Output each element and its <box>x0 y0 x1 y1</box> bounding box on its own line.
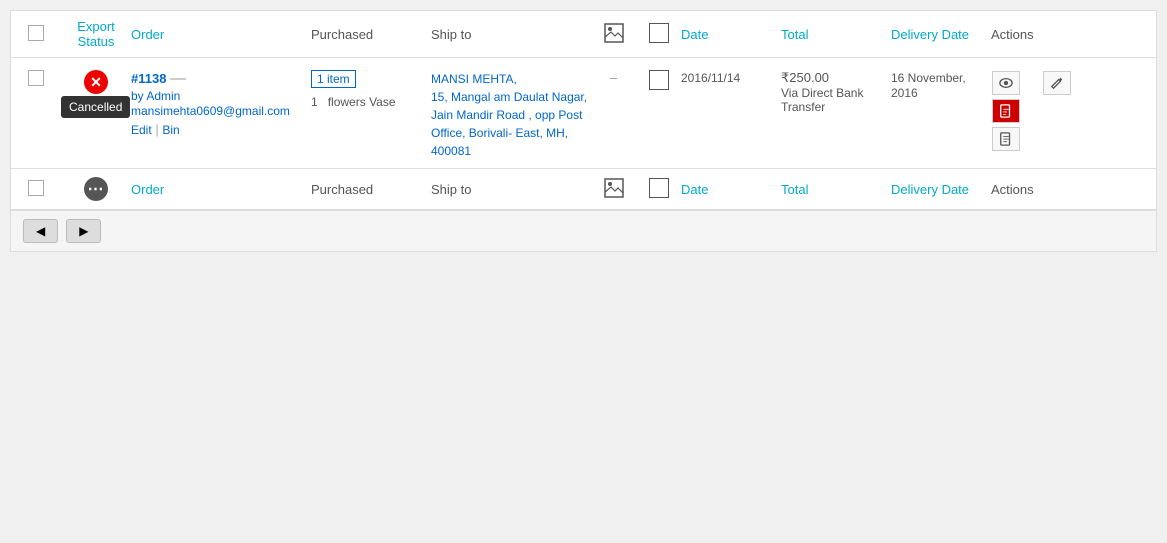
view-button[interactable] <box>992 71 1020 95</box>
header-purchased-col: Purchased <box>311 27 431 42</box>
row-delivery-col: 16 November, 2016 <box>891 66 991 100</box>
footer-img1-col <box>591 178 636 201</box>
item-name: flowers Vase <box>328 95 396 109</box>
cancelled-tooltip: Cancelled <box>61 96 130 118</box>
header-square-col <box>636 23 681 46</box>
footer-total-label: Total <box>781 182 808 197</box>
row-purchased-col: 1 item 1 flowers Vase <box>311 66 431 109</box>
table-header-row: Export Status Order Purchased Ship to Da… <box>11 11 1156 58</box>
ship-name: MANSI MEHTA, <box>431 70 591 88</box>
footer-order-label: Order <box>131 182 164 197</box>
header-delivery-label: Delivery Date <box>891 27 969 42</box>
header-square-icon <box>649 23 669 43</box>
footer-delivery-label: Delivery Date <box>891 182 969 197</box>
order-row-1138: ✕ Cancelled #1138 — by Admin mansimehta0… <box>11 58 1156 169</box>
ship-address-text: 15, Mangal am Daulat Nagar, Jain Mandir … <box>431 88 591 160</box>
row-img1-col: – <box>591 66 636 85</box>
row-total-col: ₹250.00 Via Direct Bank Transfer <box>781 66 891 114</box>
header-shipto-col: Ship to <box>431 27 591 42</box>
img1-dash: – <box>610 70 617 85</box>
export-red-button[interactable] <box>992 99 1020 123</box>
header-total-col: Total <box>781 27 891 42</box>
footer-order-col: Order <box>131 182 311 197</box>
row-square-icon <box>649 70 669 90</box>
header-shipto-label: Ship to <box>431 27 471 42</box>
footer-date-label: Date <box>681 182 708 197</box>
footer-square-icon <box>649 178 669 198</box>
header-order-col: Order <box>131 27 311 42</box>
pagination-prev-button[interactable]: ◀ <box>23 219 58 243</box>
header-image-icon <box>604 23 624 43</box>
document-button[interactable] <box>992 127 1020 151</box>
header-checkbox[interactable] <box>28 25 44 41</box>
row-img2-col <box>636 66 681 93</box>
edit-button[interactable] <box>1043 71 1071 95</box>
edit-icon <box>1050 76 1064 90</box>
pagination-bar: ◀ ▶ <box>11 210 1156 251</box>
footer-export-circle-icon[interactable]: ⋯ <box>84 177 108 201</box>
footer-date-col: Date <box>681 182 781 197</box>
export-icon <box>999 104 1013 118</box>
order-number-link[interactable]: #1138 <box>131 71 166 86</box>
row-export-col: ✕ Cancelled <box>61 66 131 94</box>
footer-header-checkbox[interactable] <box>28 180 44 196</box>
delivery-date: 16 November, 2016 <box>891 71 966 100</box>
footer-square-col <box>636 178 681 201</box>
header-export-col: Export Status <box>61 19 131 49</box>
footer-actions-col: Actions <box>991 182 1091 197</box>
row-checkbox[interactable] <box>28 70 44 86</box>
header-delivery-col: Delivery Date <box>891 27 991 42</box>
header-checkbox-col <box>11 25 61 44</box>
header-date-col: Date <box>681 27 781 42</box>
footer-export-col: ⋯ <box>61 177 131 201</box>
row-shipto-col: MANSI MEHTA, 15, Mangal am Daulat Nagar,… <box>431 66 591 160</box>
header-actions-label: Actions <box>991 27 1034 42</box>
row-order-col: #1138 — by Admin mansimehta0609@gmail.co… <box>131 66 311 137</box>
header-actions-col: Actions <box>991 27 1091 42</box>
header-export-label: Export Status <box>77 19 115 49</box>
total-via: Via Direct Bank Transfer <box>781 86 891 114</box>
order-bin-link[interactable]: Bin <box>162 123 179 137</box>
footer-shipto-col: Ship to <box>431 182 591 197</box>
header-order-label: Order <box>131 27 164 42</box>
ship-name-text: MANSI MEHTA, <box>431 72 517 86</box>
pagination-next-button[interactable]: ▶ <box>66 219 101 243</box>
order-dash: — <box>170 70 186 87</box>
row-checkbox-col <box>11 66 61 89</box>
footer-checkbox-col <box>11 180 61 199</box>
row-actions-col <box>991 66 1091 152</box>
order-email: mansimehta0609@gmail.com <box>131 104 290 118</box>
footer-image-icon <box>604 178 624 198</box>
order-by-label: by Admin <box>131 89 180 103</box>
total-amount: ₹250.00 <box>781 70 891 86</box>
view-icon <box>999 76 1013 90</box>
row-date-col: 2016/11/14 <box>681 66 781 85</box>
footer-shipto-label: Ship to <box>431 182 471 197</box>
cancel-status-icon[interactable]: ✕ <box>84 70 108 94</box>
footer-actions-label: Actions <box>991 182 1034 197</box>
header-img1-col <box>591 23 636 46</box>
footer-purchased-label: Purchased <box>311 182 373 197</box>
order-edit-link[interactable]: Edit <box>131 123 152 137</box>
table-footer-header-row: ⋯ Order Purchased Ship to Date Total <box>11 169 1156 210</box>
action-buttons-grid <box>991 70 1091 152</box>
order-date: 2016/11/14 <box>681 71 740 85</box>
header-total-label: Total <box>781 27 808 42</box>
document-icon <box>999 132 1013 146</box>
footer-total-col: Total <box>781 182 891 197</box>
header-purchased-label: Purchased <box>311 27 373 42</box>
item-count-badge: 1 item <box>311 70 356 88</box>
orders-table: Export Status Order Purchased Ship to Da… <box>10 10 1157 252</box>
item-quantity: 1 <box>311 95 318 109</box>
footer-delivery-col: Delivery Date <box>891 182 991 197</box>
header-date-label: Date <box>681 27 708 42</box>
footer-purchased-col: Purchased <box>311 182 431 197</box>
